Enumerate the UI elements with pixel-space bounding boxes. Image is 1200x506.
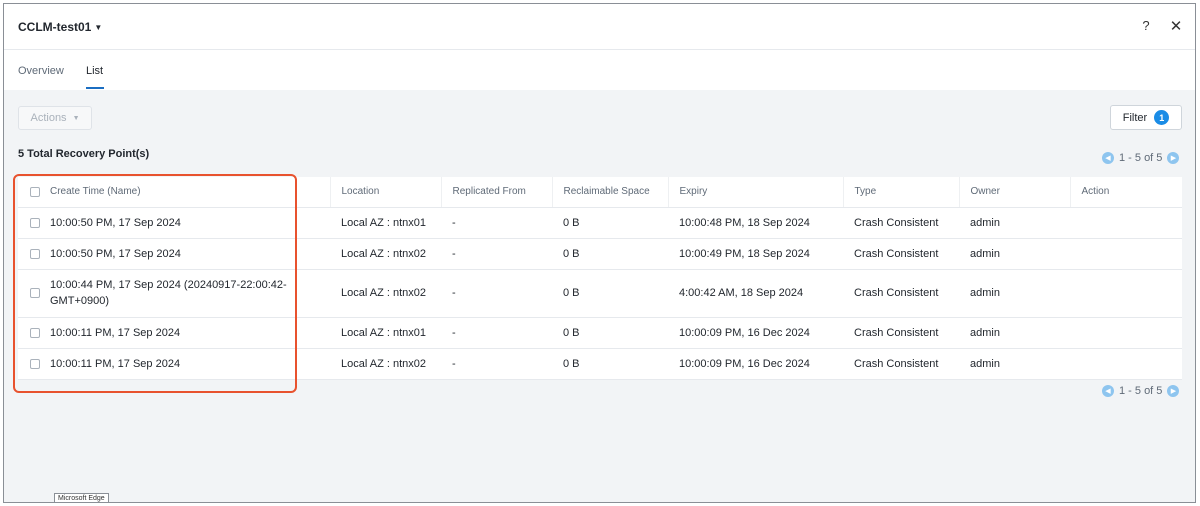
cell-type: Crash Consistent [843, 317, 959, 349]
previous-page-icon[interactable]: ◀ [1102, 152, 1114, 164]
panel-header: CCLM-test01 ▼ ? ✕ [4, 4, 1195, 50]
column-header-type[interactable]: Type [842, 177, 959, 208]
cell-type: Crash Consistent [843, 269, 959, 318]
cell-reclaimable-space: 0 B [552, 348, 668, 380]
cell-expiry: 10:00:49 PM, 18 Sep 2024 [668, 238, 843, 270]
cell-type: Crash Consistent [843, 348, 959, 380]
actions-dropdown-button[interactable]: Actions ▼ [18, 106, 92, 130]
cell-replicated-from: - [441, 238, 552, 270]
tab-overview[interactable]: Overview [18, 65, 64, 77]
help-icon[interactable]: ? [1138, 18, 1154, 34]
column-header-location[interactable]: Location [329, 177, 441, 208]
tab-list[interactable]: List [86, 65, 103, 77]
column-header-replicated-from[interactable]: Replicated From [440, 177, 552, 208]
column-header-owner[interactable]: Owner [958, 177, 1070, 208]
cell-create-time[interactable]: 10:00:50 PM, 17 Sep 2024 [50, 207, 330, 239]
page-range-label: 1 - 5 of 5 [1119, 152, 1163, 164]
cell-replicated-from: - [441, 348, 552, 380]
row-select-cell [18, 348, 50, 380]
table-row[interactable]: 10:00:11 PM, 17 Sep 2024 Local AZ : ntnx… [18, 348, 1182, 380]
total-count-label: 5 Total Recovery Point(s) [18, 148, 150, 160]
column-header-action: Action [1069, 177, 1182, 208]
row-checkbox[interactable] [30, 358, 40, 369]
filter-button[interactable]: Filter 1 [1110, 105, 1182, 130]
cell-action[interactable] [1070, 317, 1182, 349]
cell-reclaimable-space: 0 B [552, 269, 668, 318]
cell-create-time[interactable]: 10:00:44 PM, 17 Sep 2024 (20240917-22:00… [50, 269, 330, 318]
cell-location: Local AZ : ntnx02 [330, 348, 441, 380]
cell-create-time[interactable]: 10:00:11 PM, 17 Sep 2024 [50, 348, 330, 380]
cell-reclaimable-space: 0 B [552, 207, 668, 239]
row-select-cell [18, 207, 50, 239]
table-row[interactable]: 10:00:50 PM, 17 Sep 2024 Local AZ : ntnx… [18, 238, 1182, 270]
cell-create-time[interactable]: 10:00:50 PM, 17 Sep 2024 [50, 238, 330, 270]
recovery-points-table: Create Time (Name) Location Replicated F… [18, 177, 1182, 380]
cell-location: Local AZ : ntnx02 [330, 269, 441, 318]
close-icon[interactable]: ✕ [1168, 17, 1184, 35]
cell-replicated-from: - [441, 317, 552, 349]
column-header-expiry[interactable]: Expiry [667, 177, 843, 208]
row-checkbox[interactable] [30, 217, 40, 228]
page-range-label: 1 - 5 of 5 [1119, 385, 1163, 397]
row-select-cell [18, 317, 50, 349]
cell-location: Local AZ : ntnx01 [330, 207, 441, 239]
cell-reclaimable-space: 0 B [552, 317, 668, 349]
cell-action[interactable] [1070, 207, 1182, 239]
active-tab-indicator [86, 87, 104, 89]
cell-create-time[interactable]: 10:00:11 PM, 17 Sep 2024 [50, 317, 330, 349]
previous-page-icon[interactable]: ◀ [1102, 385, 1114, 397]
cell-reclaimable-space: 0 B [552, 238, 668, 270]
column-header-create-time[interactable]: Create Time (Name) [50, 177, 330, 208]
row-checkbox[interactable] [30, 288, 40, 298]
table-header-row: Create Time (Name) Location Replicated F… [18, 177, 1182, 208]
row-checkbox[interactable] [30, 248, 40, 259]
row-checkbox[interactable] [30, 327, 40, 338]
cell-owner: admin [959, 348, 1070, 380]
cell-replicated-from: - [441, 269, 552, 318]
next-page-icon[interactable]: ▶ [1167, 152, 1180, 164]
cell-owner: admin [959, 238, 1070, 270]
chevron-down-icon: ▼ [94, 22, 103, 32]
next-page-icon[interactable]: ▶ [1167, 385, 1180, 397]
row-select-cell [18, 238, 50, 270]
filter-count-badge: 1 [1154, 110, 1170, 125]
cell-type: Crash Consistent [843, 207, 959, 239]
cell-action[interactable] [1070, 269, 1182, 318]
cell-location: Local AZ : ntnx01 [330, 317, 441, 349]
entity-selector[interactable]: CCLM-test01 ▼ [18, 20, 102, 34]
table-row[interactable]: 10:00:44 PM, 17 Sep 2024 (20240917-22:00… [18, 269, 1182, 318]
cell-expiry: 10:00:09 PM, 16 Dec 2024 [668, 348, 843, 380]
cell-action[interactable] [1070, 238, 1182, 270]
pagination-top: ◀ 1 - 5 of 5 ▶ [1102, 152, 1180, 164]
table-row[interactable]: 10:00:50 PM, 17 Sep 2024 Local AZ : ntnx… [18, 207, 1182, 239]
chevron-down-icon: ▼ [72, 114, 80, 122]
cell-action[interactable] [1070, 348, 1182, 380]
table-row[interactable]: 10:00:11 PM, 17 Sep 2024 Local AZ : ntnx… [18, 317, 1182, 349]
taskbar-tooltip: Microsoft Edge [54, 493, 109, 502]
cell-type: Crash Consistent [843, 238, 959, 270]
cell-expiry: 4:00:42 AM, 18 Sep 2024 [668, 269, 843, 318]
column-header-reclaimable-space[interactable]: Reclaimable Space [551, 177, 668, 208]
pagination-bottom: ◀ 1 - 5 of 5 ▶ [1102, 385, 1180, 397]
cell-owner: admin [959, 317, 1070, 349]
select-all-checkbox[interactable] [30, 186, 40, 197]
cell-owner: admin [959, 269, 1070, 318]
cell-owner: admin [959, 207, 1070, 239]
select-all-cell [18, 177, 50, 208]
cell-replicated-from: - [441, 207, 552, 239]
filter-label: Filter [1122, 111, 1148, 124]
actions-label: Actions [30, 112, 67, 124]
recovery-points-panel: CCLM-test01 ▼ ? ✕ Overview List Actions … [3, 3, 1196, 503]
row-select-cell [18, 269, 50, 318]
cell-expiry: 10:00:48 PM, 18 Sep 2024 [668, 207, 843, 239]
cell-expiry: 10:00:09 PM, 16 Dec 2024 [668, 317, 843, 349]
tab-bar: Overview List [4, 50, 1195, 90]
entity-name: CCLM-test01 [18, 20, 92, 34]
cell-location: Local AZ : ntnx02 [330, 238, 441, 270]
